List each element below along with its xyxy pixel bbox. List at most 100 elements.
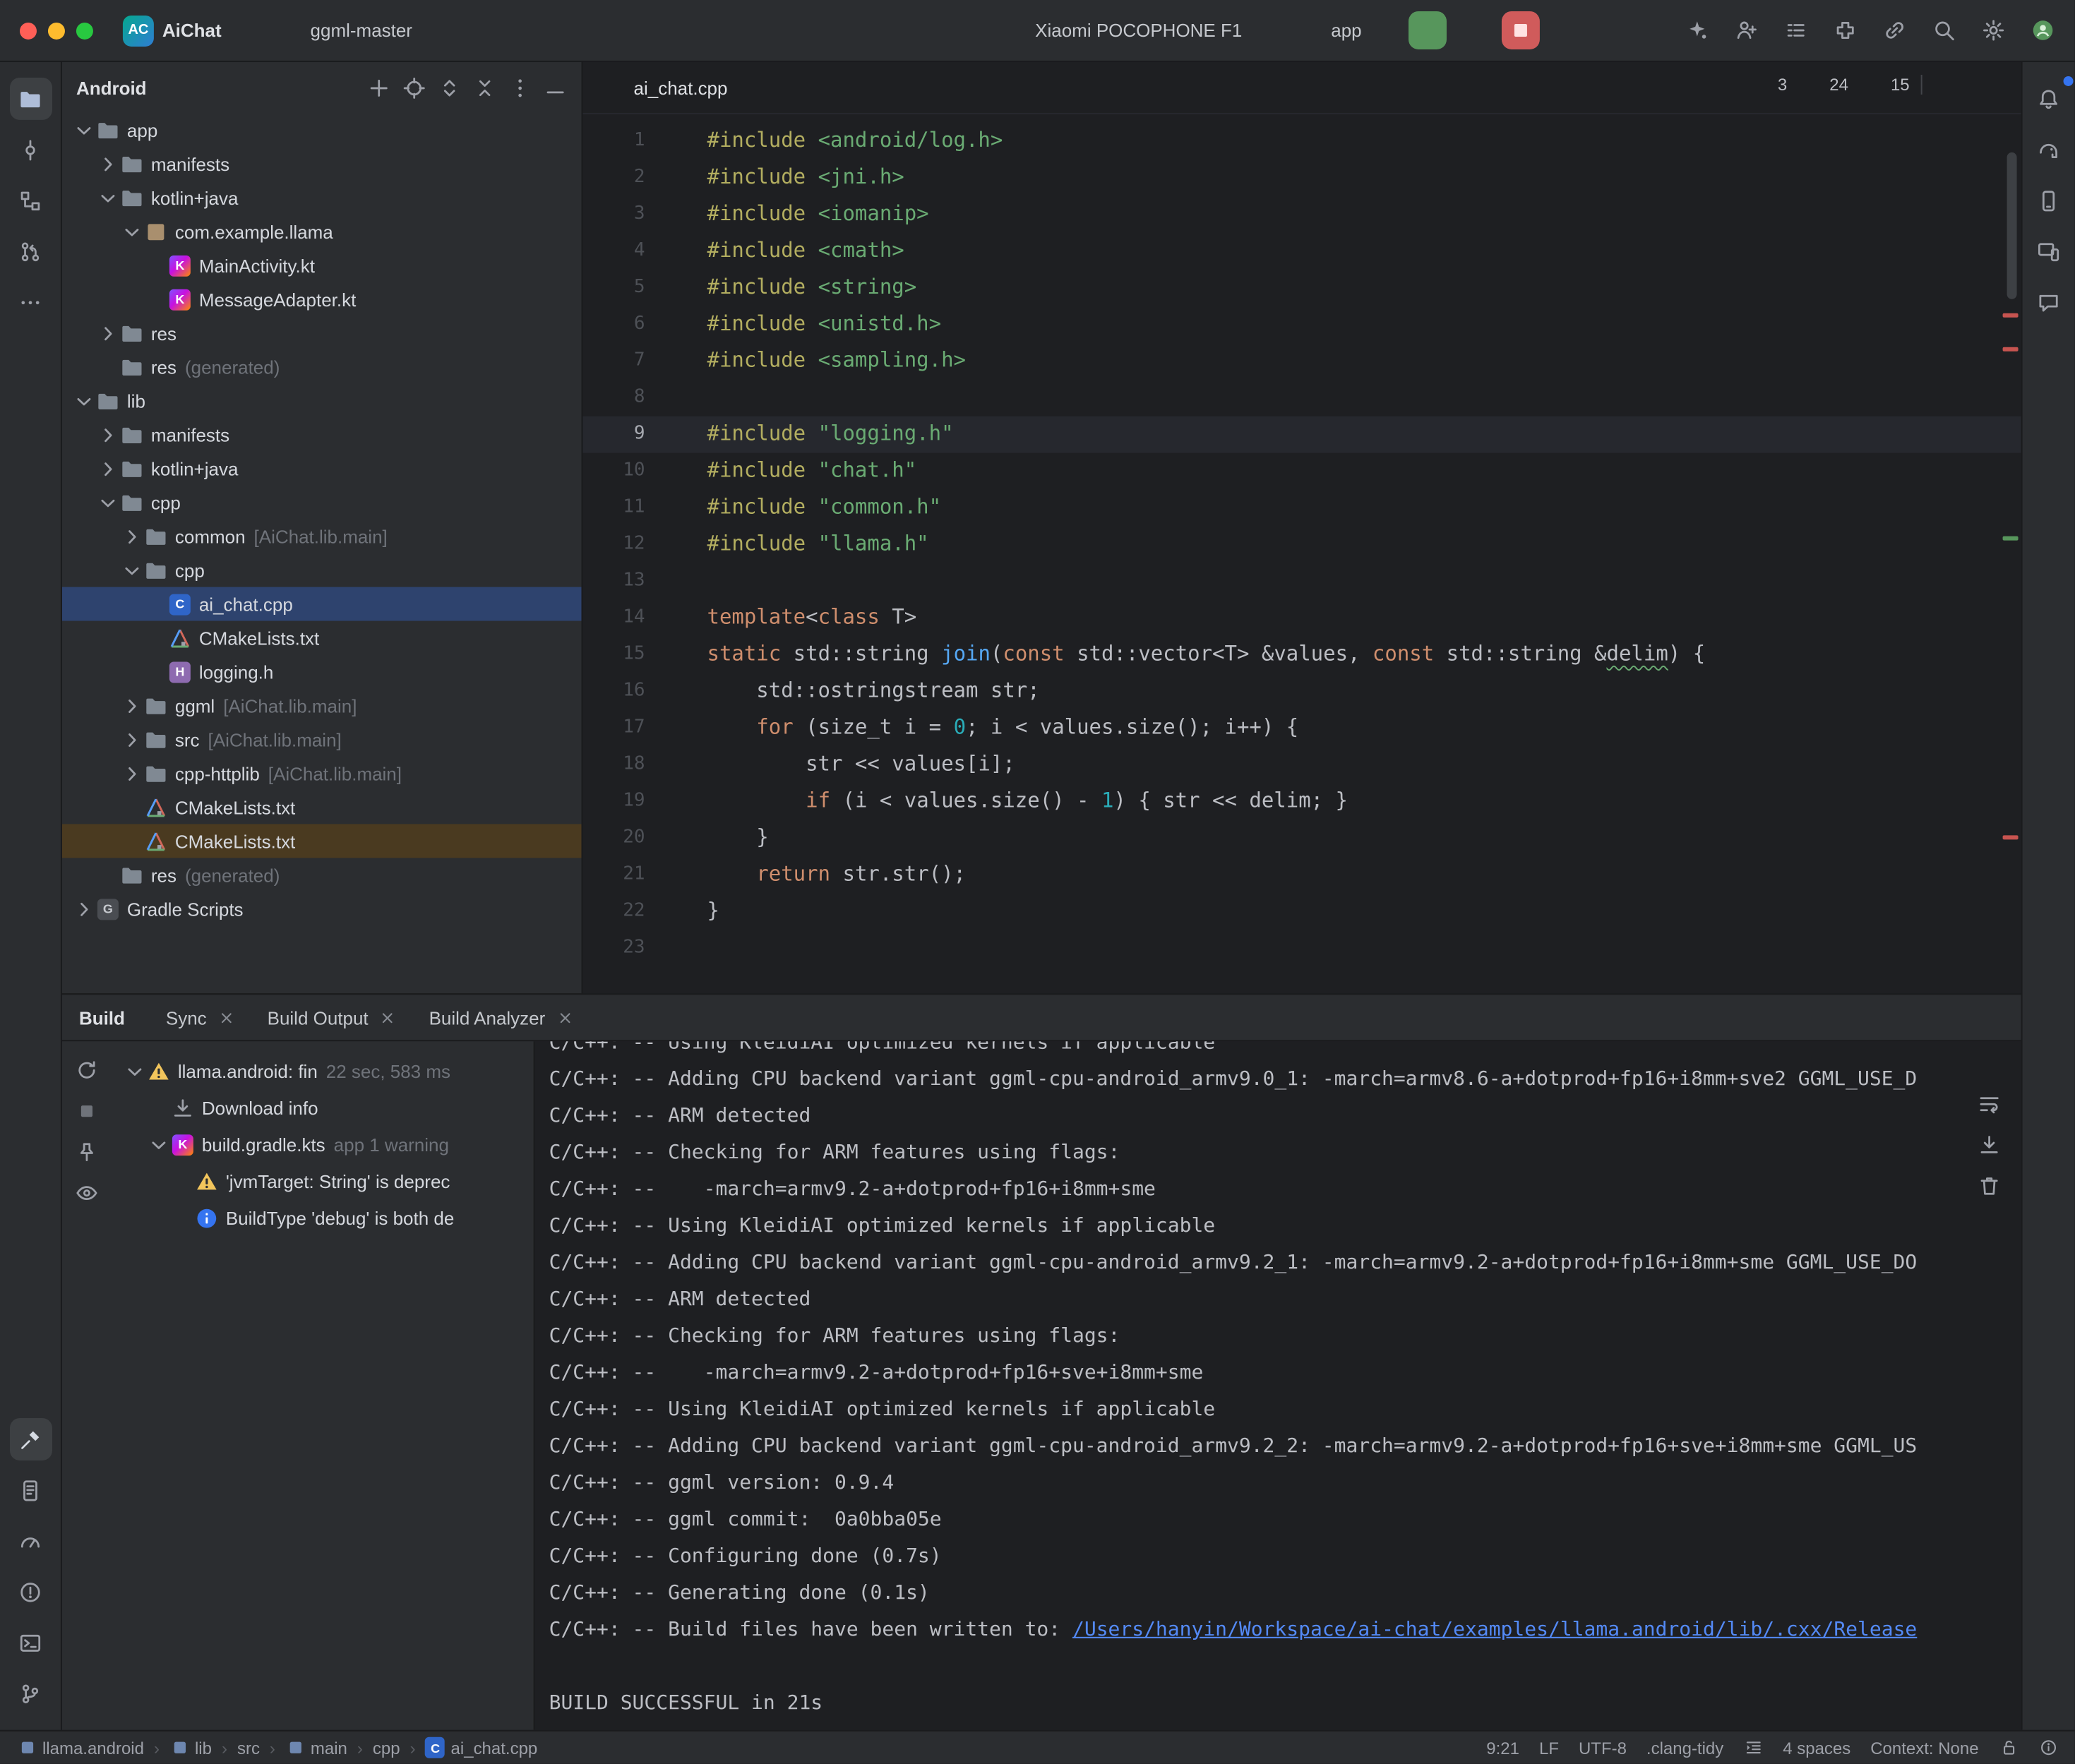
tree-item[interactable]: Kbuild.gradle.ktsapp 1 warning — [110, 1126, 534, 1163]
close-window-button[interactable] — [20, 22, 37, 39]
editor-scrollbar[interactable] — [2007, 152, 2017, 299]
tree-item[interactable]: common[AiChat.lib.main] — [62, 520, 582, 553]
chevron-down-icon[interactable] — [95, 186, 120, 210]
change-stripe-mark[interactable] — [2003, 536, 2019, 541]
next-issue-icon[interactable] — [1965, 75, 1985, 95]
tree-item[interactable]: ggml[AiChat.lib.main] — [62, 689, 582, 723]
tree-item[interactable]: CMakeLists.txt — [62, 621, 582, 655]
locate-icon[interactable] — [402, 76, 426, 100]
logcat-icon[interactable] — [9, 1469, 52, 1511]
chevron-down-icon[interactable] — [145, 1132, 171, 1156]
context[interactable]: Context: None — [1870, 1738, 1978, 1758]
inspections-widget[interactable]: 3 24 15 — [1747, 75, 1985, 95]
more-run-options-button[interactable] — [1548, 11, 1586, 49]
line-number[interactable]: 5 — [583, 270, 657, 306]
code-line[interactable]: 10#include "chat.h" — [583, 453, 2021, 490]
code-line[interactable]: 3#include <iomanip> — [583, 196, 2021, 233]
line-number[interactable]: 19 — [583, 783, 657, 820]
breadcrumb-item[interactable]: Cai_chat.cpp — [426, 1738, 538, 1758]
code-line[interactable]: 2#include <jni.h> — [583, 160, 2021, 196]
caret-position[interactable]: 9:21 — [1486, 1738, 1519, 1758]
line-separator[interactable]: LF — [1539, 1738, 1559, 1758]
line-number[interactable]: 16 — [583, 673, 657, 710]
indent-size[interactable]: 4 spaces — [1783, 1738, 1850, 1758]
expand-all-icon[interactable] — [438, 76, 462, 100]
line-number[interactable]: 4 — [583, 233, 657, 270]
chevron-right-icon[interactable] — [95, 152, 120, 176]
line-number[interactable]: 12 — [583, 527, 657, 563]
line-number[interactable]: 18 — [583, 746, 657, 783]
chevron-right-icon[interactable] — [95, 321, 120, 345]
indent-icon[interactable] — [1743, 1738, 1763, 1758]
project-icon[interactable] — [9, 78, 52, 120]
close-tab-icon[interactable] — [378, 1007, 398, 1027]
more-tools-icon[interactable] — [9, 281, 52, 323]
code-with-me-icon[interactable] — [1728, 12, 1764, 49]
tree-item[interactable]: manifests — [62, 147, 582, 181]
tree-item[interactable]: res(generated) — [62, 858, 582, 892]
code-line[interactable]: 6#include <unistd.h> — [583, 306, 2021, 343]
code-line[interactable]: 4#include <cmath> — [583, 233, 2021, 270]
error-stripe-mark[interactable] — [2003, 347, 2019, 352]
checklist-icon[interactable] — [1777, 12, 1814, 49]
line-number[interactable]: 9 — [583, 416, 657, 453]
tree-item[interactable]: GGradle Scripts — [62, 892, 582, 925]
tree-item[interactable]: manifests — [62, 418, 582, 452]
device-selector[interactable]: Xiaomi POCOPHONE F1 — [993, 13, 1280, 48]
tree-item[interactable]: cpp-httplib[AiChat.lib.main] — [62, 756, 582, 790]
build-icon[interactable] — [9, 1418, 52, 1460]
link-icon[interactable] — [1876, 12, 1913, 49]
eye-icon[interactable] — [74, 1181, 98, 1205]
chevron-down-icon[interactable] — [71, 389, 96, 413]
breadcrumb-item[interactable]: llama.android — [17, 1738, 144, 1758]
close-tab-icon[interactable] — [217, 1007, 237, 1027]
running-devices-icon[interactable] — [2028, 230, 2070, 272]
rerun-icon[interactable] — [74, 1058, 98, 1082]
code-line[interactable]: 7#include <sampling.h> — [583, 343, 2021, 380]
tree-item[interactable]: cpp — [62, 553, 582, 587]
code-line[interactable]: 5#include <string> — [583, 270, 2021, 306]
line-number[interactable]: 21 — [583, 856, 657, 893]
tree-item[interactable]: KMessageAdapter.kt — [62, 282, 582, 316]
tree-item[interactable]: app — [62, 113, 582, 147]
scroll-end-icon[interactable] — [1978, 1133, 2002, 1157]
tree-item[interactable]: kotlin+java — [62, 181, 582, 215]
line-number[interactable]: 17 — [583, 709, 657, 746]
app-insights-icon[interactable] — [2028, 281, 2070, 323]
clang-tidy[interactable]: .clang-tidy — [1646, 1738, 1723, 1758]
chevron-right-icon[interactable] — [119, 694, 144, 718]
chevron-right-icon[interactable] — [95, 457, 120, 481]
breadcrumb-item[interactable]: cpp — [373, 1738, 400, 1758]
collapse-all-icon[interactable] — [473, 76, 497, 100]
tree-item[interactable]: Download info — [110, 1089, 534, 1126]
line-number[interactable]: 20 — [583, 820, 657, 856]
terminal-icon[interactable] — [9, 1621, 52, 1664]
build-tab-build-output[interactable]: Build Output — [255, 1002, 411, 1032]
structure-icon[interactable] — [9, 179, 52, 222]
run-configuration-selector[interactable]: app — [1288, 13, 1399, 48]
line-number[interactable]: 2 — [583, 160, 657, 196]
line-number[interactable]: 1 — [583, 123, 657, 160]
inspections-info-icon[interactable] — [2038, 1738, 2058, 1758]
commit-icon[interactable] — [9, 128, 52, 171]
close-tab-icon[interactable] — [737, 78, 757, 97]
code-line[interactable]: 9#include "logging.h" — [583, 416, 2021, 453]
code-line[interactable]: 8 — [583, 380, 2021, 416]
chevron-down-icon[interactable] — [154, 78, 174, 97]
build-output-link[interactable]: /Users/hanyin/Workspace/ai-chat/examples… — [1072, 1619, 1917, 1641]
project-view-selector[interactable]: Android — [76, 77, 147, 98]
code-line[interactable]: 12#include "llama.h" — [583, 527, 2021, 563]
editor-options-icon[interactable] — [1983, 76, 2007, 100]
ai-assistant-icon[interactable] — [1678, 12, 1715, 49]
editor-tab-ai-chat-cpp[interactable]: ai_chat.cpp — [583, 62, 775, 113]
pull-requests-icon[interactable] — [9, 230, 52, 272]
code-line[interactable]: 11#include "common.h" — [583, 490, 2021, 527]
tree-item[interactable]: KMainActivity.kt — [62, 248, 582, 282]
zoom-window-button[interactable] — [76, 22, 93, 39]
version-control-icon[interactable] — [9, 1672, 52, 1715]
code-line[interactable]: 1#include <android/log.h> — [583, 123, 2021, 160]
debug-button[interactable] — [1455, 11, 1493, 49]
device-manager-icon[interactable] — [2028, 179, 2070, 222]
code-line[interactable]: 15static std::string join(const std::vec… — [583, 637, 2021, 673]
build-tab-build-analyzer[interactable]: Build Analyzer — [417, 1002, 588, 1032]
